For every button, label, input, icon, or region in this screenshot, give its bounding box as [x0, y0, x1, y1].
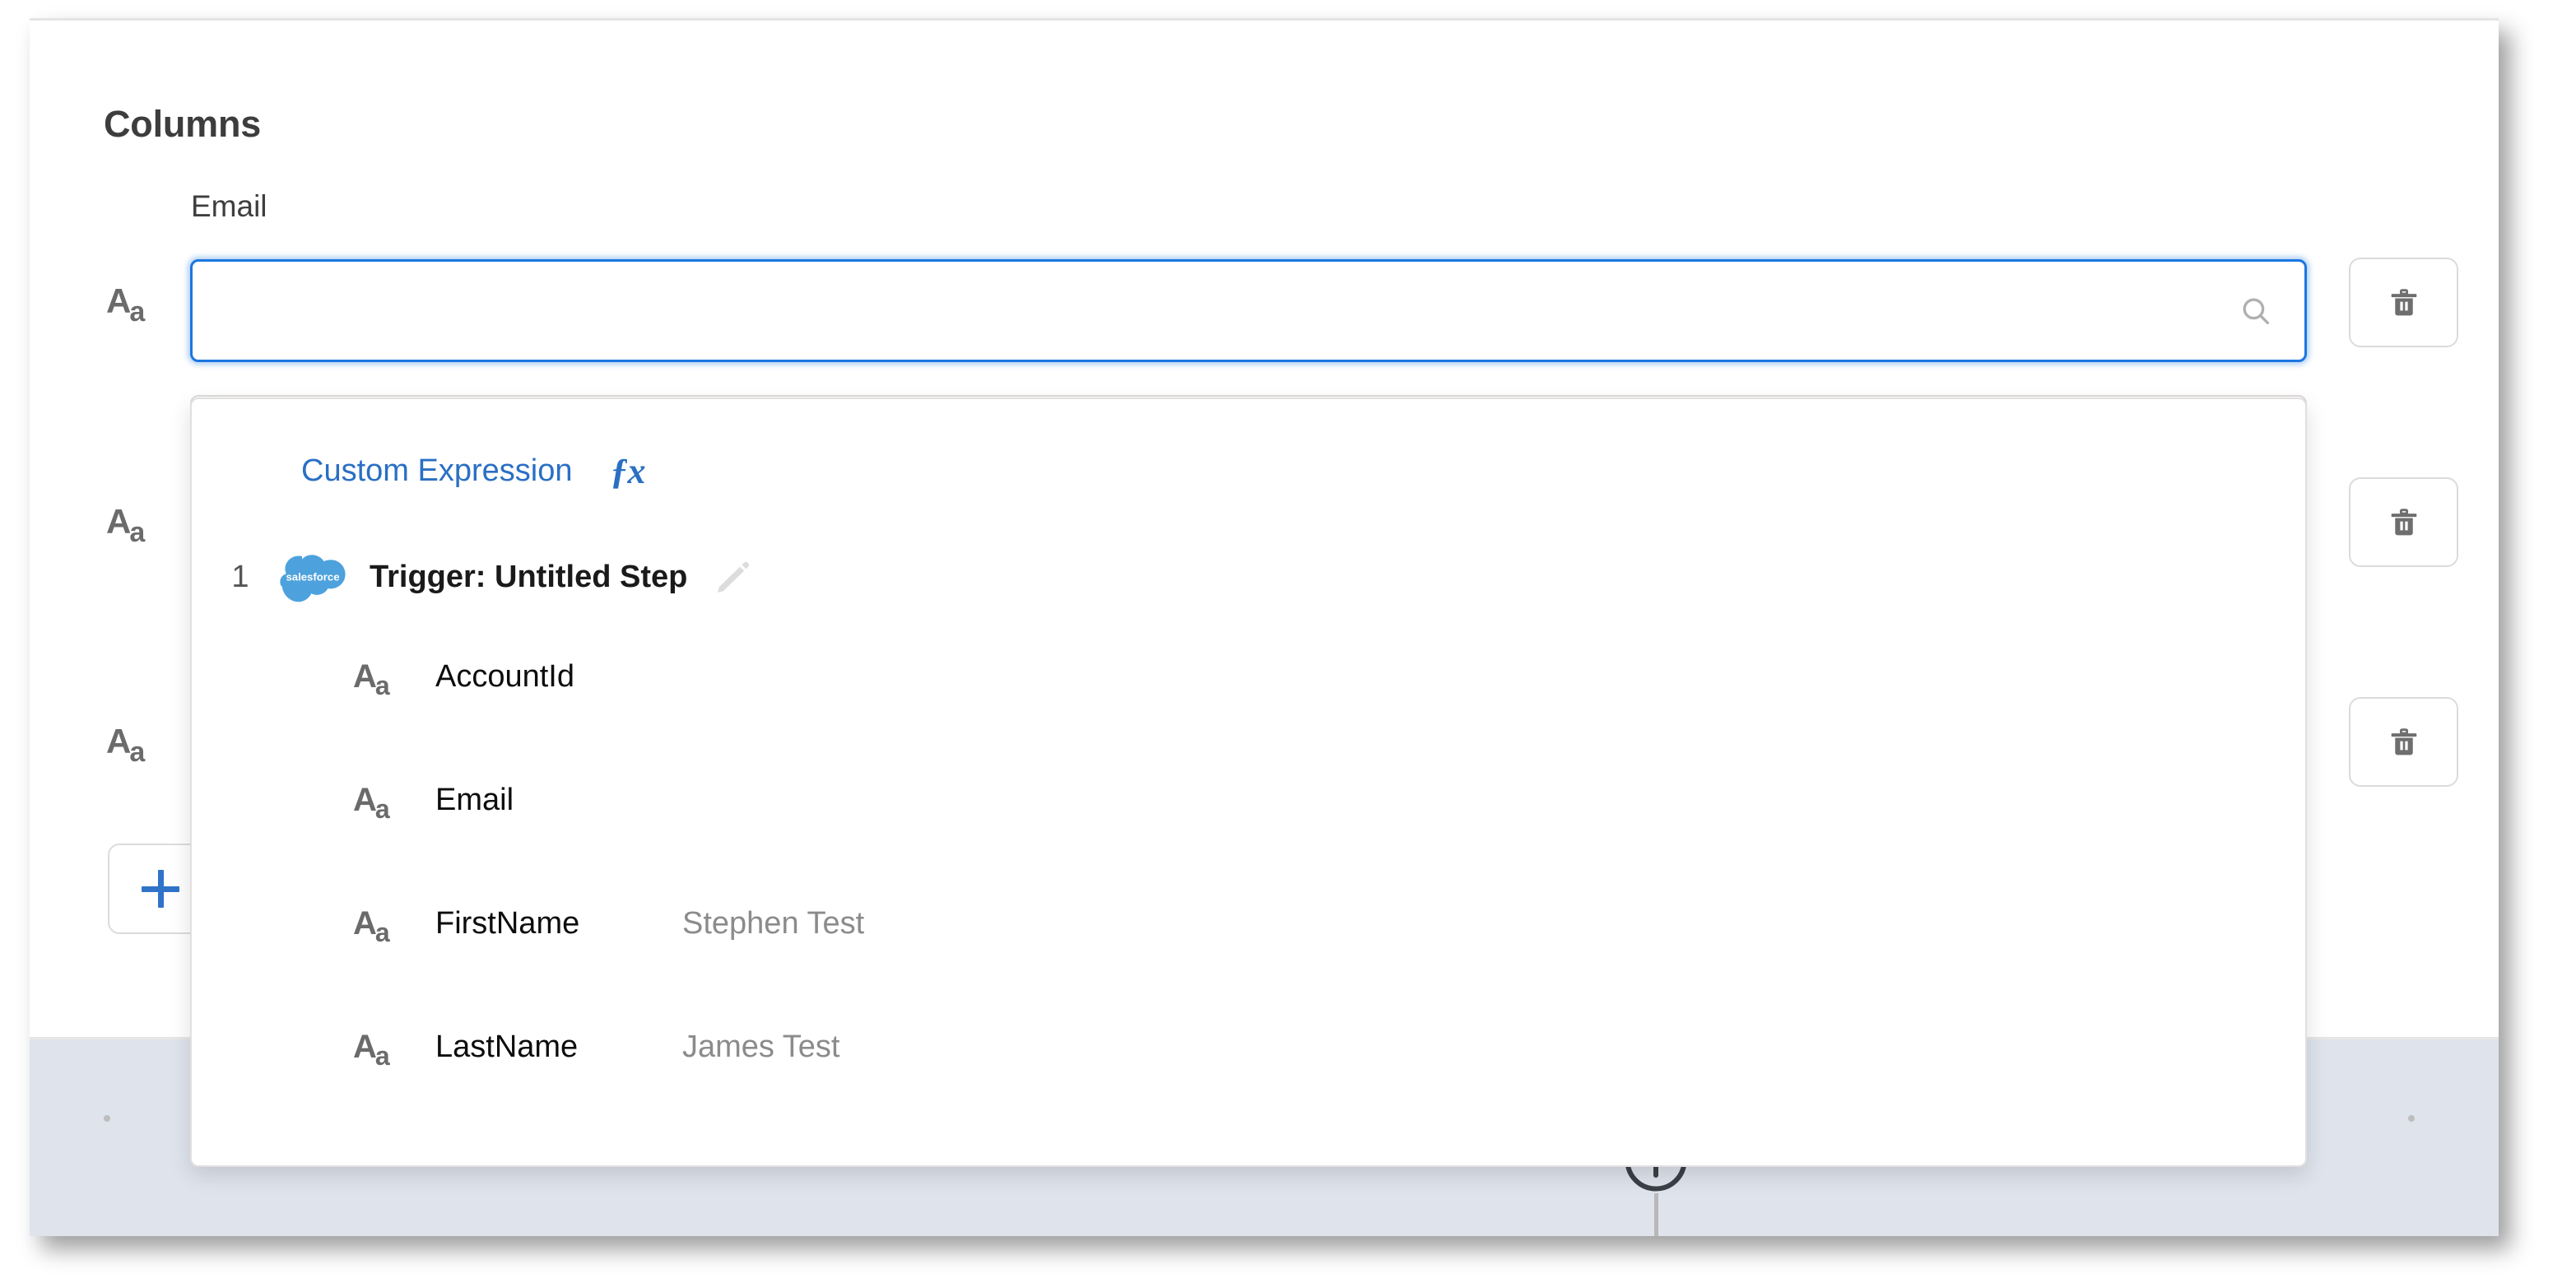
salesforce-cloud-icon: salesforce — [277, 551, 348, 602]
canvas-connector-line — [1654, 1193, 1658, 1236]
page-title: Columns — [104, 103, 262, 145]
text-type-icon: Aa — [353, 782, 390, 824]
option-name: FirstName — [435, 905, 580, 941]
canvas-grid-dot — [104, 1115, 110, 1122]
pencil-icon[interactable] — [714, 557, 753, 597]
column-input-0[interactable] — [190, 259, 2307, 362]
search-icon — [2239, 294, 2273, 328]
custom-expression-label: Custom Expression — [301, 453, 573, 488]
option-name: AccountId — [435, 658, 574, 694]
group-step-title: Trigger: Untitled Step — [370, 559, 688, 594]
option-name: LastName — [435, 1029, 579, 1064]
fx-icon: ƒx — [610, 451, 645, 491]
group-step-index: 1 — [231, 559, 249, 594]
app-window: Columns Email Aa Aa Aa Custom Expression… — [30, 18, 2499, 1236]
custom-expression-option[interactable]: Custom Expression ƒx — [301, 450, 645, 492]
svg-text:salesforce: salesforce — [286, 571, 339, 583]
dropdown-option-accountid[interactable]: Aa AccountId — [192, 632, 2305, 721]
trash-icon — [2385, 504, 2423, 542]
dropdown-option-email[interactable]: Aa Email — [192, 755, 2305, 844]
option-value: Stephen Test — [682, 905, 865, 941]
delete-column-button-0[interactable] — [2349, 258, 2458, 347]
delete-column-button-1[interactable] — [2349, 477, 2458, 567]
text-type-icon: Aa — [106, 722, 146, 768]
delete-column-button-2[interactable] — [2349, 697, 2458, 787]
trash-icon — [2385, 723, 2423, 761]
trash-icon — [2385, 284, 2423, 322]
dropdown-option-lastname[interactable]: Aa LastName James Test — [192, 1002, 2305, 1091]
option-name: Email — [435, 782, 514, 817]
plus-icon — [142, 870, 179, 908]
dropdown-group-header[interactable]: 1 salesforce Trigger: Untitled Step — [192, 536, 2305, 618]
text-type-icon: Aa — [106, 281, 146, 328]
text-type-icon: Aa — [106, 502, 146, 548]
canvas-grid-dot — [2408, 1115, 2415, 1122]
column-label-0: Email — [191, 189, 267, 223]
dropdown-option-firstname[interactable]: Aa FirstName Stephen Test — [192, 879, 2305, 968]
text-type-icon: Aa — [353, 905, 390, 947]
option-value: James Test — [682, 1029, 840, 1064]
text-type-icon: Aa — [353, 658, 390, 700]
text-type-icon: Aa — [353, 1029, 390, 1071]
field-picker-dropdown[interactable]: Custom Expression ƒx 1 salesforce Trigge… — [190, 397, 2307, 1167]
